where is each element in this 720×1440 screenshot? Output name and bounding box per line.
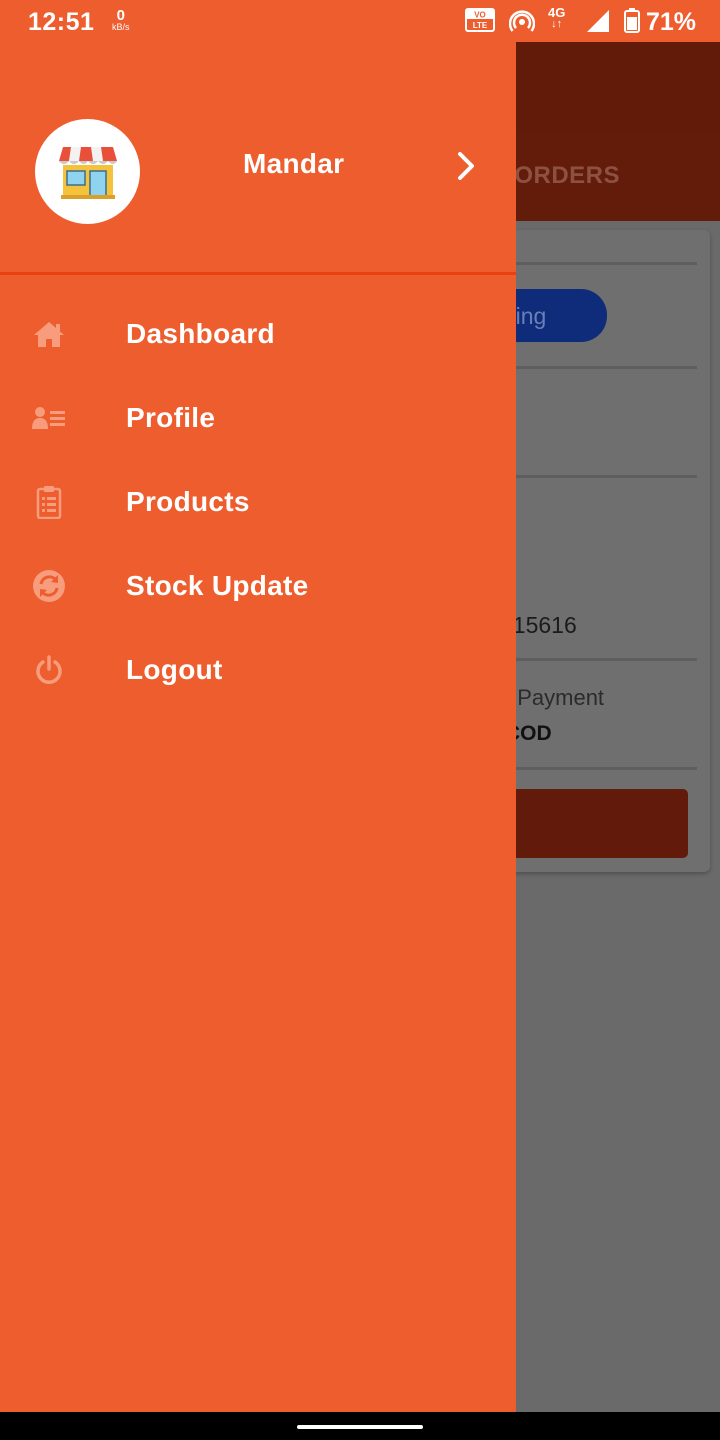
menu-label: Dashboard [126, 318, 275, 349]
status-bar: 12:51 0 kB/s VO LTE 4G ↓↑ 71% [0, 0, 720, 42]
clipboard-icon [32, 485, 66, 519]
menu-label: Stock Update [126, 570, 309, 601]
power-icon [32, 653, 66, 687]
profile-icon [32, 401, 66, 435]
store-icon [58, 146, 117, 199]
battery-percent: 71% [646, 8, 697, 36]
network-speed-unit: kB/s [112, 22, 130, 32]
volte-icon: VO LTE [465, 8, 495, 32]
volte-text-bottom: LTE [473, 21, 488, 30]
system-navigation-bar [0, 1412, 720, 1440]
drawer-header[interactable]: Mandar [0, 42, 516, 272]
menu-item-products[interactable]: Products [0, 460, 516, 544]
header-divider [0, 272, 516, 275]
user-name: Mandar [243, 148, 345, 179]
home-gesture-handle[interactable] [297, 1425, 423, 1429]
data-arrows-icon: ↓↑ [551, 18, 563, 30]
background-payment-label: f Payment [505, 685, 605, 710]
clock: 12:51 [28, 8, 95, 36]
drawer-menu: Dashboard Profile Products Stock Update … [0, 292, 516, 712]
avatar[interactable] [35, 119, 140, 224]
network-speed: 0 kB/s [112, 8, 130, 32]
chevron-right-icon[interactable] [448, 148, 484, 184]
hotspot-icon [509, 10, 535, 32]
signal-icon [587, 10, 609, 32]
menu-item-dashboard[interactable]: Dashboard [0, 292, 516, 376]
menu-item-logout[interactable]: Logout [0, 628, 516, 712]
volte-text-top: VO [474, 11, 486, 20]
menu-label: Products [126, 486, 250, 517]
network-type: 4G ↓↑ [548, 6, 565, 30]
menu-label: Logout [126, 654, 223, 685]
menu-item-stock-update[interactable]: Stock Update [0, 544, 516, 628]
network-speed-value: 0 [116, 7, 125, 24]
menu-item-profile[interactable]: Profile [0, 376, 516, 460]
menu-label: Profile [126, 402, 216, 433]
home-icon [32, 317, 66, 351]
refresh-icon [32, 569, 66, 603]
battery-icon [624, 8, 640, 33]
navigation-drawer: Mandar Dashboard Profile Products Stock … [0, 0, 516, 1412]
